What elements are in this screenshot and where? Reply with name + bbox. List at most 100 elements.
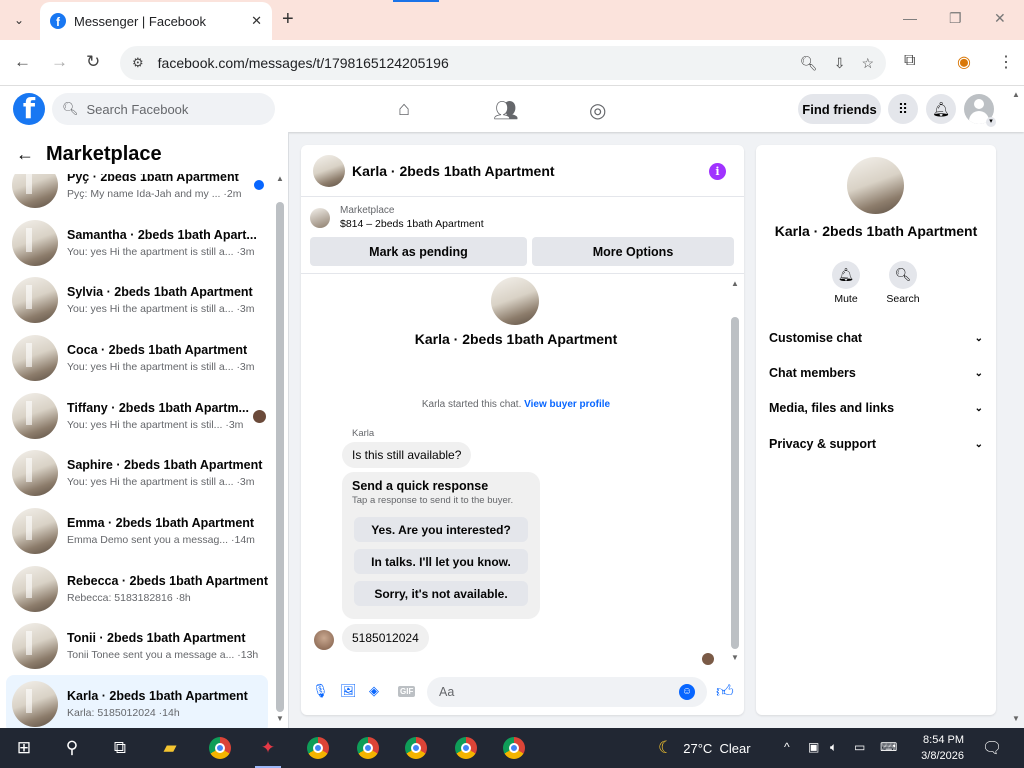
tab-close-icon[interactable]: ✕ <box>251 13 262 29</box>
restore-icon[interactable]: ❐ <box>949 10 962 27</box>
chrome-icon[interactable] <box>502 736 526 760</box>
task-view-icon[interactable]: ⧉ <box>108 736 132 760</box>
conversation-item[interactable]: Samantha · 2beds 1bath Apart... You: yes … <box>6 214 268 272</box>
scroll-up-icon[interactable]: ▲ <box>731 279 739 288</box>
section-media-files-links[interactable]: Media, files and links ⌄ <box>769 401 983 415</box>
bookmark-star-icon[interactable]: ☆ <box>861 55 874 72</box>
conversation-item[interactable]: Coca · 2beds 1bath Apartment You: yes Hi … <box>6 329 268 387</box>
windows-start-icon[interactable]: ⊞ <box>12 736 36 760</box>
chrome-icon[interactable] <box>306 736 330 760</box>
scroll-thumb[interactable] <box>276 202 284 712</box>
quick-response-button[interactable]: Yes. Are you interested? <box>354 517 528 542</box>
thumbs-up-icon[interactable]: 👍︎ <box>716 681 734 702</box>
tray-chevron-up-icon[interactable]: ^ <box>784 740 790 754</box>
scroll-down-icon[interactable]: ▼ <box>276 714 284 723</box>
install-app-icon[interactable]: ⇩ <box>834 55 846 72</box>
chat-avatar[interactable] <box>313 154 345 187</box>
chat-scrollbar[interactable]: ▲ ▼ <box>731 277 740 667</box>
emoji-icon[interactable]: ☺ <box>679 684 695 700</box>
conversation-item[interactable]: Emma · 2beds 1bath Apartment Emma Demo se… <box>6 502 268 560</box>
mark-as-pending-button[interactable]: Mark as pending <box>310 237 527 266</box>
back-arrow-icon[interactable]: ← <box>14 52 31 72</box>
browser-menu-icon[interactable]: ⋮ <box>998 52 1014 72</box>
home-icon[interactable]: ⌂ <box>398 98 410 121</box>
url-text[interactable]: facebook.com/messages/t/1798165124205196 <box>158 55 784 71</box>
conversation-item-active[interactable]: Karla · 2beds 1bath Apartment Karla: 5185… <box>6 675 268 728</box>
info-avatar[interactable] <box>847 157 904 214</box>
conversation-item[interactable]: Sylvia · 2beds 1bath Apartment You: yes H… <box>6 271 268 329</box>
tab-search-chevron-icon[interactable]: ⌄ <box>6 8 32 32</box>
keyboard-icon[interactable]: ⌨ <box>880 740 897 754</box>
file-explorer-icon[interactable]: ▰ <box>158 736 182 760</box>
scroll-thumb[interactable] <box>731 317 739 649</box>
sticker-icon[interactable]: ◈ <box>369 683 379 699</box>
marketplace-listing[interactable]: Marketplace $814 – 2beds 1bath Apartment <box>310 205 484 230</box>
facebook-search-box[interactable]: 🔍︎ <box>52 93 275 125</box>
sidebar-scrollbar[interactable]: ▲ ▼ <box>276 172 284 728</box>
quick-response-title: Send a quick response <box>352 479 489 493</box>
chrome-icon[interactable] <box>454 736 478 760</box>
conversation-item[interactable]: Tiffany · 2beds 1bath Apartm... You: yes … <box>6 387 268 445</box>
message-bubble[interactable]: Is this still available? <box>342 442 472 468</box>
window-close-icon[interactable]: ✕ <box>994 10 1006 27</box>
section-chat-members[interactable]: Chat members ⌄ <box>769 366 983 380</box>
conversation-item[interactable]: Tonii · 2beds 1bath Apartment Tonii Tonee… <box>6 618 268 676</box>
volume-icon[interactable]: 🔈︎ <box>830 740 837 755</box>
quick-response-button[interactable]: Sorry, it's not available. <box>354 581 528 606</box>
zoom-icon[interactable]: 🔍︎ <box>800 55 818 72</box>
friends-icon[interactable]: 👥︎ <box>493 98 518 123</box>
notification-center-icon[interactable]: 🗨︎ <box>982 738 1002 758</box>
account-chevron-down-icon[interactable]: ▾ <box>986 117 996 127</box>
site-info-icon[interactable]: ⚙ <box>132 55 144 71</box>
search-icon[interactable]: ⚲ <box>60 736 84 760</box>
microphone-icon[interactable]: 🎙︎ <box>312 683 329 699</box>
gif-icon[interactable]: GIF <box>398 686 416 697</box>
view-buyer-profile-link[interactable]: View buyer profile <box>524 399 610 410</box>
mute-button[interactable]: 🔔︎ Mute <box>826 261 866 305</box>
weather-widget[interactable]: ☾ 27°C Clear <box>658 738 751 758</box>
omnibox[interactable]: ⚙ facebook.com/messages/t/17981651242051… <box>120 46 886 80</box>
conversation-item[interactable]: Rebecca · 2beds 1bath Apartment Rebecca: … <box>6 560 268 618</box>
sender-avatar[interactable] <box>314 630 334 650</box>
app-icon[interactable]: ✦ <box>256 736 280 760</box>
photo-icon[interactable]: 🖼︎ <box>340 683 357 699</box>
section-privacy-support[interactable]: Privacy & support ⌄ <box>769 437 983 451</box>
facebook-logo-icon[interactable]: f <box>13 93 45 125</box>
message-input-box[interactable]: ☺ <box>427 677 707 707</box>
chat-title[interactable]: Karla · 2beds 1bath Apartment <box>352 163 744 179</box>
message-input[interactable] <box>439 685 679 699</box>
system-clock[interactable]: 8:54 PM 3/8/2026 <box>914 732 964 764</box>
message-bubble[interactable]: 5185012024 <box>342 624 429 652</box>
notifications-bell-icon[interactable]: 🔔︎ <box>926 94 956 124</box>
section-customise-chat[interactable]: Customise chat ⌄ <box>769 331 983 345</box>
new-tab-icon[interactable]: + <box>282 8 294 31</box>
scroll-down-icon[interactable]: ▼ <box>731 653 739 662</box>
page-scroll-up-icon[interactable]: ▲ <box>1012 90 1020 99</box>
minimize-icon[interactable]: — <box>903 10 917 26</box>
search-input[interactable] <box>86 101 265 117</box>
forward-arrow-icon[interactable]: → <box>51 52 68 72</box>
meet-icon[interactable]: ▣ <box>808 740 819 754</box>
back-arrow-icon[interactable]: ← <box>16 144 34 165</box>
page-scroll-down-icon[interactable]: ▼ <box>1012 714 1020 723</box>
scroll-up-icon[interactable]: ▲ <box>276 174 284 183</box>
conversation-name: Karla · 2beds 1bath Apartment <box>67 689 248 704</box>
browser-tab[interactable]: f Messenger | Facebook ✕ <box>40 2 272 40</box>
chrome-icon[interactable] <box>208 736 232 760</box>
info-icon[interactable]: i <box>709 163 726 180</box>
profile-icon[interactable]: ◉ <box>957 52 971 72</box>
reload-icon[interactable]: ↻ <box>86 52 100 72</box>
conversation-item[interactable]: Saphire · 2beds 1bath Apartment You: yes … <box>6 444 268 502</box>
listing-thumbnail <box>12 450 58 497</box>
search-conversation-button[interactable]: 🔍︎ Search <box>883 261 923 305</box>
chrome-icon[interactable] <box>356 736 380 760</box>
groups-icon[interactable]: ◎ <box>589 98 606 123</box>
extensions-icon[interactable]: ⧉ <box>904 52 915 70</box>
quick-response-button[interactable]: In talks. I'll let you know. <box>354 549 528 574</box>
profile-avatar[interactable] <box>491 277 539 325</box>
find-friends-button[interactable]: Find friends <box>798 94 881 124</box>
menu-grid-icon[interactable]: ⠿ <box>888 94 918 124</box>
chrome-icon[interactable] <box>404 736 428 760</box>
more-options-button[interactable]: More Options <box>532 237 734 266</box>
network-icon[interactable]: ▭ <box>854 740 865 754</box>
